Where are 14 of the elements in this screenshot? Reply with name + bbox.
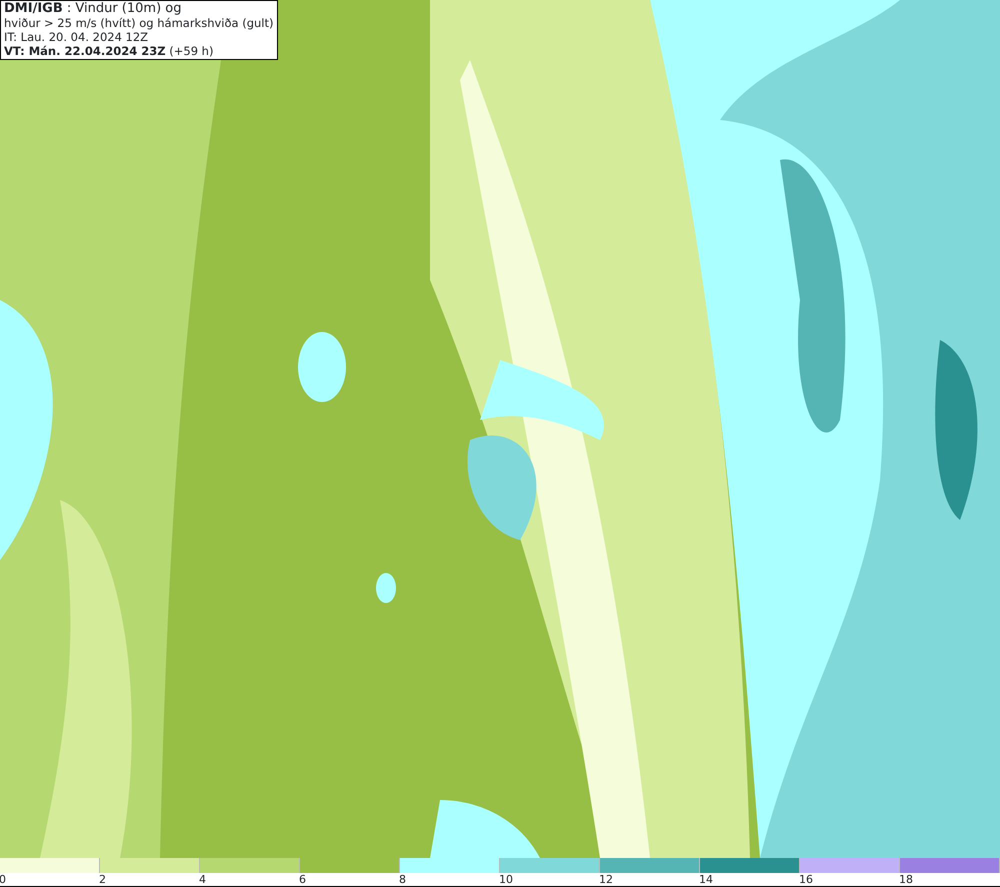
legend-label: 0 xyxy=(0,873,6,886)
info-text: VT: Mán. 22.04.2024 23Z (+59 h) xyxy=(4,44,214,58)
legend-label: 2 xyxy=(99,873,106,886)
legend-label: 14 xyxy=(699,873,713,886)
legend-label: 8 xyxy=(399,873,406,886)
info-text: hviður > 25 m/s (hvítt) og hámarkshviða (gult) xyxy=(4,16,274,30)
legend-label: 6 xyxy=(299,873,306,886)
info-text: DMI/IGB : Vindur (10m) og xyxy=(4,2,182,16)
legend-label: 16 xyxy=(799,873,813,886)
legend-label: 4 xyxy=(199,873,206,886)
legend-label: 18 xyxy=(899,873,913,886)
legend-label: 12 xyxy=(599,873,613,886)
legend-label: 10 xyxy=(499,873,513,886)
info-text: IT: Lau. 20. 04. 2024 12Z xyxy=(4,30,150,44)
